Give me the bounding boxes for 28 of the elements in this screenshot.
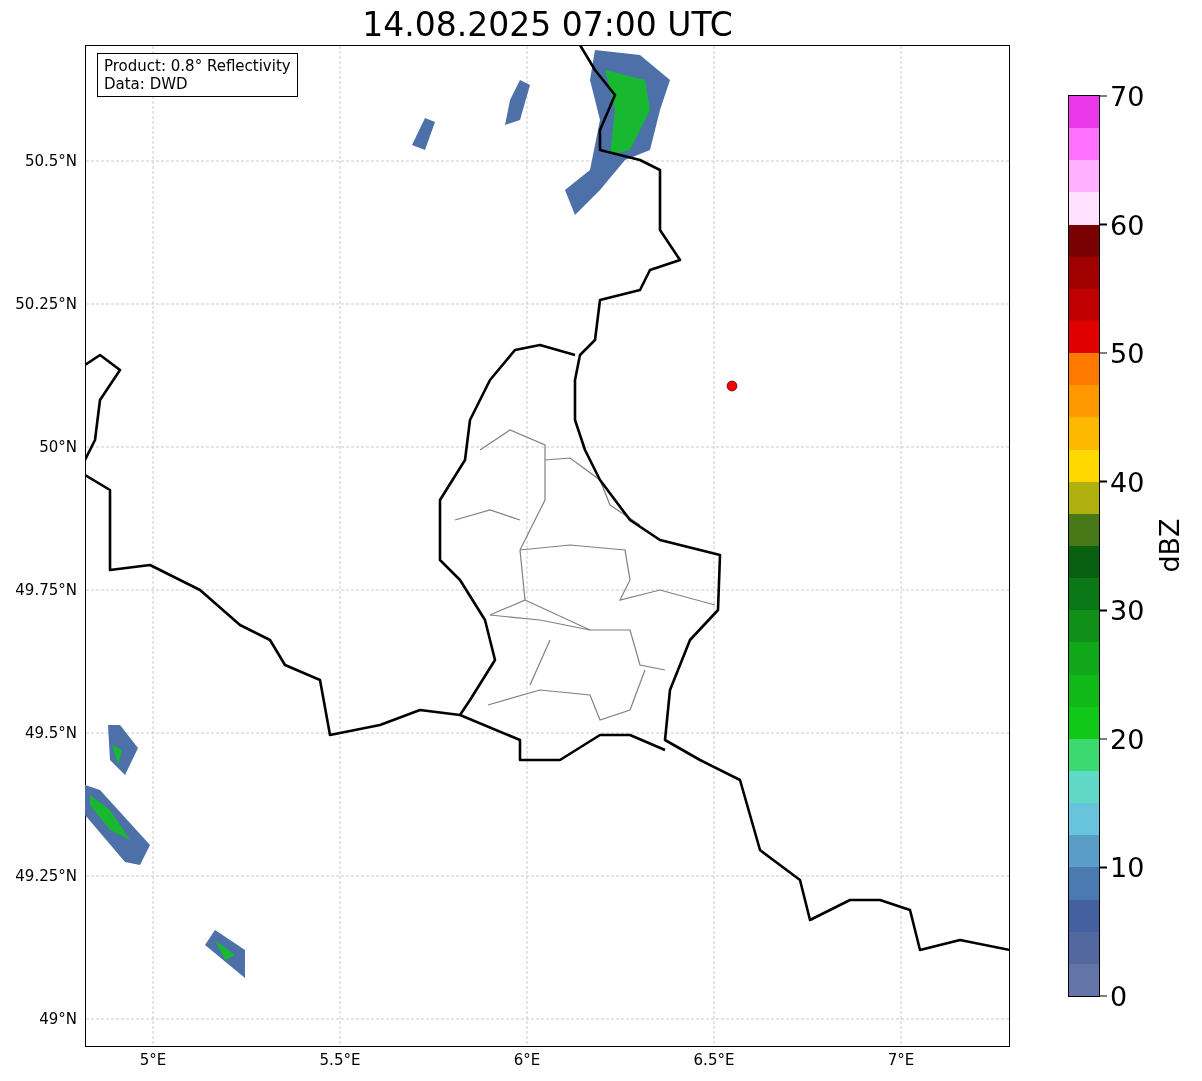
colorbar-tick-label: 50 — [1110, 337, 1145, 369]
radar-echo — [108, 725, 138, 775]
radar-echo — [505, 80, 530, 125]
colorbar-label: dBZ — [1153, 518, 1185, 573]
latitude-label: 50°N — [39, 438, 77, 456]
info-text: Product: 0.8° Reflectivity — [104, 57, 291, 75]
latitude-label: 49.5°N — [24, 724, 77, 742]
info-text: Data: DWD — [104, 75, 189, 93]
chart-title: 14.08.2025 07:00 UTC — [361, 4, 734, 45]
colorbar-tick-label: 0 — [1110, 980, 1128, 1012]
longitude-label: 5.5°E — [319, 1051, 361, 1069]
longitude-label: 6°E — [513, 1051, 541, 1069]
latitude-label: 50.25°N — [15, 295, 77, 313]
colorbar-tick-label: 10 — [1110, 851, 1145, 883]
latitude-label: 49°N — [39, 1010, 77, 1028]
latitude-label: 50.5°N — [24, 152, 77, 170]
colorbar-tick-label: 60 — [1110, 209, 1145, 241]
longitude-label: 5°E — [139, 1051, 167, 1069]
colorbar-tick-label: 30 — [1110, 594, 1145, 626]
radar-echo — [412, 118, 435, 150]
longitude-label: 7°E — [887, 1051, 915, 1069]
colorbar-tick-label: 70 — [1110, 80, 1145, 112]
latitude-label: 49.25°N — [15, 867, 77, 885]
colorbar-tick-label: 20 — [1110, 723, 1145, 755]
latitude-label: 49.75°N — [15, 581, 77, 599]
radar-echo — [205, 930, 245, 978]
longitude-label: 6.5°E — [693, 1051, 735, 1069]
colorbar-tick-label: 40 — [1110, 466, 1145, 498]
